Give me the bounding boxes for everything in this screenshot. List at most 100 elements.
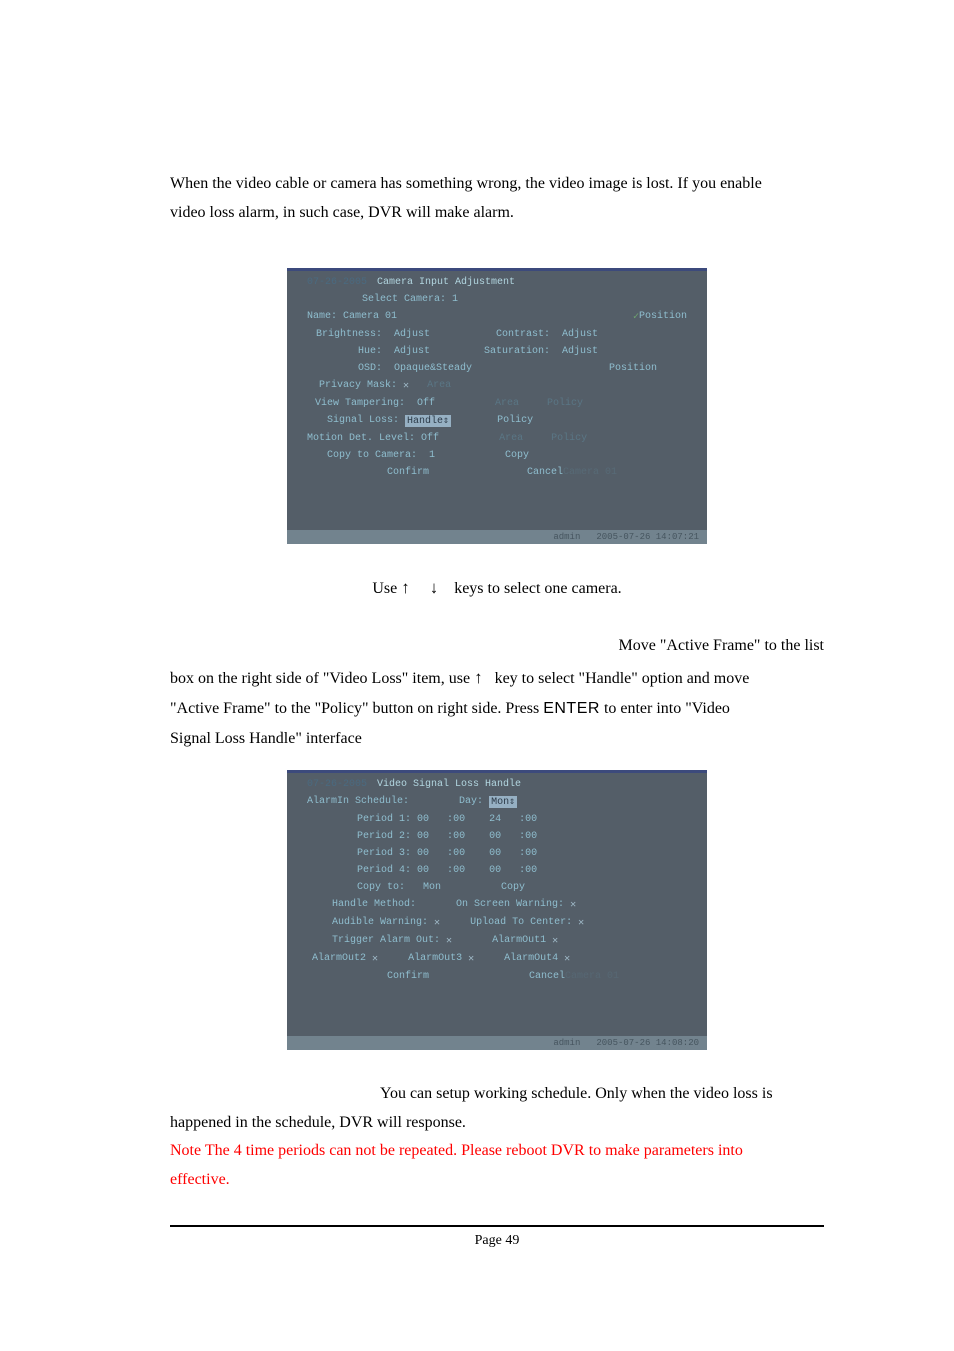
step1-suffix: keys to select one camera. — [454, 580, 621, 597]
x-icon[interactable]: ✕ — [578, 917, 584, 929]
dvr1-date: 07-26-2005 — [307, 277, 377, 288]
period-h2: 00 — [489, 865, 501, 876]
intro-line-2: video loss alarm, in such case, DVR will… — [170, 199, 824, 228]
audible-warning-label: Audible Warning: — [332, 917, 428, 928]
watermark: Camera 01 — [563, 467, 617, 478]
name-value: Camera 01 — [343, 311, 397, 322]
period-m2: 00 — [525, 848, 537, 859]
hue-value: Adjust — [394, 346, 430, 357]
intro-paragraph: When the video cable or camera has somet… — [170, 170, 824, 228]
footer-rule — [170, 1225, 824, 1227]
vt-policy: Policy — [547, 398, 583, 409]
status-time: 2005-07-26 14:07:21 — [588, 532, 707, 542]
confirm-button[interactable]: Confirm — [387, 971, 429, 982]
dvr2-title: Video Signal Loss Handle — [377, 779, 521, 790]
contrast-label: Contrast: — [478, 329, 550, 340]
privacy-mask-label: Privacy Mask: — [307, 380, 397, 391]
signal-loss-policy: Policy — [497, 415, 533, 426]
motion-label: Motion Det. Level: — [307, 433, 415, 444]
copy-button[interactable]: Copy — [501, 882, 525, 893]
status-user: admin — [545, 532, 588, 542]
watermark: Camera 01 — [565, 971, 619, 982]
copy-button[interactable]: Copy — [505, 450, 529, 461]
name-label: Name: — [307, 311, 337, 322]
x-icon[interactable]: ✕ — [570, 899, 576, 911]
note-line1: Note The 4 time periods can not be repea… — [170, 1137, 824, 1166]
step2-line2b: key to select "Handle" option and move — [495, 670, 750, 687]
copy-to-value: 1 — [429, 450, 435, 461]
saturation-label: Saturation: — [478, 346, 550, 357]
note-line2: effective. — [170, 1166, 824, 1195]
day-value[interactable]: Mon⇕ — [489, 796, 517, 808]
x-icon[interactable]: ✕ — [372, 953, 378, 965]
view-tampering-value: Off — [417, 398, 435, 409]
period-h1: 00 — [417, 865, 429, 876]
period-h2: 00 — [489, 848, 501, 859]
arrow-up-icon: ↑ — [401, 578, 410, 597]
period-label: Period 1: — [357, 814, 411, 825]
upload-center-label: Upload To Center: — [470, 917, 572, 928]
status-time: 2005-07-26 14:08:20 — [588, 1038, 707, 1048]
dvr2-date: 07-26-2005 — [307, 779, 377, 790]
hue-label: Hue: — [307, 346, 382, 357]
step3-line2: happened in the schedule, DVR will respo… — [170, 1109, 824, 1138]
x-icon[interactable]: ✕ — [552, 935, 558, 947]
cancel-button[interactable]: Cancel — [527, 467, 563, 478]
step3-lead: You can setup working schedule. Only whe… — [170, 1080, 824, 1109]
step2-line3a: "Active Frame" to the "Policy" button on… — [170, 700, 543, 717]
page-number: Page 49 — [170, 1233, 824, 1249]
note-paragraph: Note The 4 time periods can not be repea… — [170, 1137, 824, 1195]
dvr-screenshot-camera-adjustment: 07-26-2005 Camera Input Adjustment Selec… — [287, 268, 707, 544]
x-icon[interactable]: ✕ — [468, 953, 474, 965]
period-label: Period 2: — [357, 831, 411, 842]
position-label: Position — [639, 311, 687, 322]
contrast-value: Adjust — [562, 329, 598, 340]
step-schedule-paragraph: You can setup working schedule. Only whe… — [170, 1080, 824, 1138]
step2-line2a: box on the right side of "Video Loss" it… — [170, 670, 474, 687]
signal-loss-label: Signal Loss: — [307, 415, 399, 426]
confirm-button[interactable]: Confirm — [387, 467, 429, 478]
period-h1: 00 — [417, 831, 429, 842]
period-m1: 00 — [453, 865, 465, 876]
cancel-button[interactable]: Cancel — [529, 971, 565, 982]
select-camera-label: Select Camera: 1 — [362, 294, 458, 305]
period-h2: 24 — [489, 814, 501, 825]
period-m1: 00 — [453, 814, 465, 825]
view-tampering-label: View Tampering: — [307, 398, 405, 409]
alarmout1-label: AlarmOut1 — [492, 935, 546, 946]
status-user: admin — [545, 1038, 588, 1048]
x-icon[interactable]: ✕ — [446, 935, 452, 947]
period-m1: 00 — [453, 848, 465, 859]
handle-method-label: Handle Method: — [332, 899, 416, 910]
period-h1: 00 — [417, 848, 429, 859]
dvr-screenshot-signal-loss-handle: 07-26-2005 Video Signal Loss Handle Alar… — [287, 770, 707, 1050]
period-m2: 00 — [525, 814, 537, 825]
osd-position: Position — [609, 363, 657, 374]
arrow-up-icon: ↑ — [474, 668, 483, 687]
period-m2: 00 — [525, 831, 537, 842]
copy-to-value: Mon — [423, 882, 441, 893]
period-h1: 00 — [417, 814, 429, 825]
trigger-alarm-label: Trigger Alarm Out: — [332, 935, 440, 946]
period-label: Period 3: — [357, 848, 411, 859]
onscreen-warning-label: On Screen Warning: — [456, 899, 564, 910]
period-m2: 00 — [525, 865, 537, 876]
x-icon[interactable]: ✕ — [564, 953, 570, 965]
status-bar: admin 2005-07-26 14:08:20 — [287, 1036, 707, 1050]
dvr1-title: Camera Input Adjustment — [377, 277, 515, 288]
alarmout2-label: AlarmOut2 — [312, 953, 366, 964]
brightness-value: Adjust — [394, 329, 430, 340]
day-label: Day: — [459, 796, 483, 807]
x-icon[interactable]: ✕ — [434, 917, 440, 929]
osd-value: Opaque&Steady — [394, 363, 472, 374]
signal-loss-value[interactable]: Handle⇕ — [405, 415, 451, 427]
step2-lead: Move "Active Frame" to the list — [170, 631, 824, 661]
privacy-area: Area — [427, 380, 451, 391]
enter-key-label: ENTER — [543, 700, 600, 717]
step2-line3b: to enter into "Video — [604, 700, 730, 717]
intro-line-1: When the video cable or camera has somet… — [170, 170, 824, 199]
period-h2: 00 — [489, 831, 501, 842]
arrow-down-icon: ↓ — [430, 578, 439, 597]
period-m1: 00 — [453, 831, 465, 842]
status-bar: admin 2005-07-26 14:07:21 — [287, 530, 707, 544]
